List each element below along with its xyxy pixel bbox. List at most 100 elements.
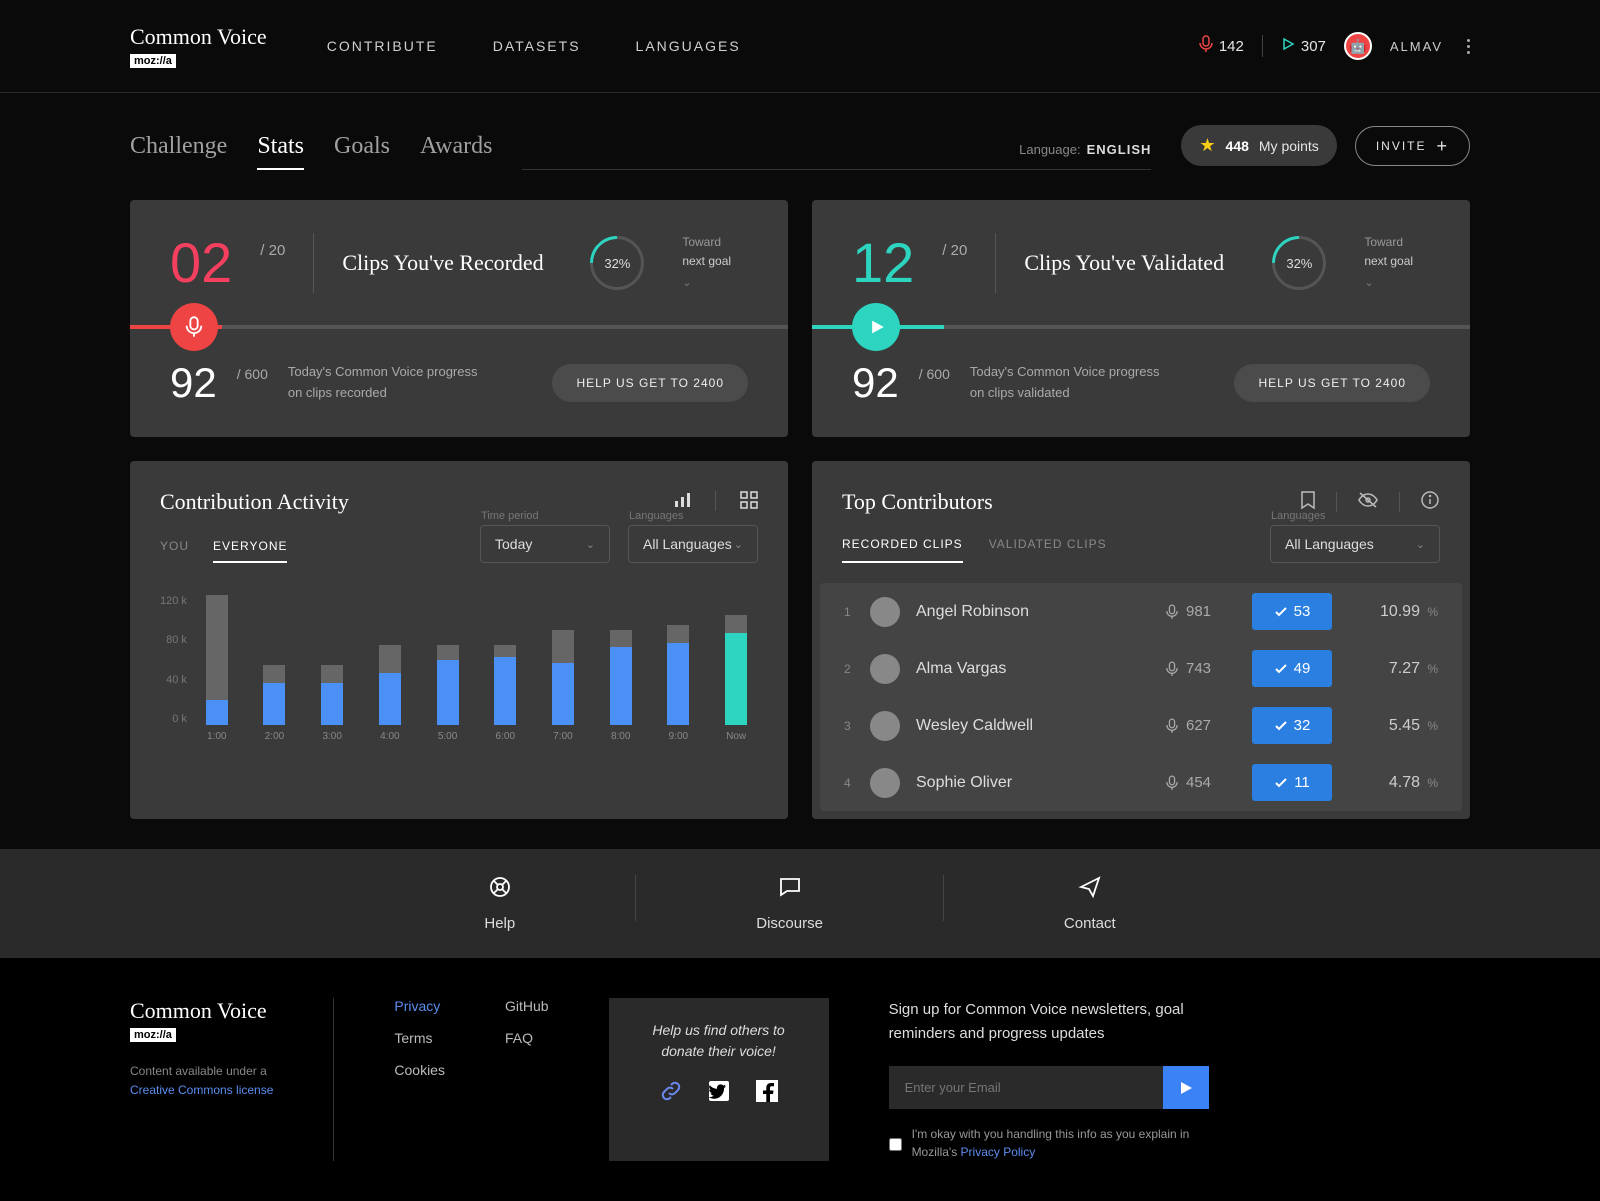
plus-icon: +	[1436, 137, 1449, 155]
github-link[interactable]: GitHub	[505, 998, 549, 1014]
tab-everyone[interactable]: EVERYONE	[213, 539, 287, 563]
help-link[interactable]: Help	[484, 875, 515, 932]
validated-badge: 11	[1252, 764, 1332, 801]
tab-validated-clips[interactable]: VALIDATED CLIPS	[989, 537, 1107, 563]
bar-col: 4:00	[368, 595, 412, 745]
nav-languages[interactable]: LANGUAGES	[636, 38, 741, 54]
validated-cta-button[interactable]: HELP US GET TO 2400	[1234, 364, 1430, 402]
recorded-value: 142	[1219, 38, 1244, 55]
bar-col: 7:00	[541, 595, 585, 745]
separator	[1262, 35, 1263, 57]
language-value[interactable]: ENGLISH	[1087, 142, 1152, 157]
nav-contribute[interactable]: CONTRIBUTE	[327, 38, 438, 54]
privacy-link[interactable]: Privacy	[394, 998, 445, 1014]
send-icon	[1078, 875, 1102, 905]
main-grid: 02 / 20 Clips You've Recorded 32% Toward…	[0, 170, 1600, 819]
chevron-down-icon: ⌄	[1364, 275, 1413, 293]
cc-license-link[interactable]: Creative Commons license	[130, 1083, 273, 1097]
chevron-down-icon: ⌄	[682, 275, 731, 293]
footer-brand: Common Voice	[130, 998, 273, 1024]
terms-link[interactable]: Terms	[394, 1030, 445, 1046]
faq-link[interactable]: FAQ	[505, 1030, 549, 1046]
avatar	[870, 597, 900, 627]
contributor-row[interactable]: 2 Alma Vargas 743 49 7.27 %	[820, 640, 1462, 697]
play-icon	[1281, 37, 1295, 55]
submit-button[interactable]	[1163, 1066, 1209, 1109]
toward-label[interactable]: Toward next goal ⌄	[682, 233, 731, 293]
validated-title: Clips You've Validated	[1024, 250, 1244, 276]
user-avatar[interactable]: 🤖	[1344, 32, 1372, 60]
bar-col: 8:00	[599, 595, 643, 745]
language-display: Language: ENGLISH	[522, 142, 1151, 170]
time-period-select[interactable]: Time period Today ⌄	[480, 525, 610, 563]
consent-checkbox[interactable]	[889, 1128, 902, 1161]
bar-col: 5:00	[426, 595, 470, 745]
header: Common Voice moz://a CONTRIBUTE DATASETS…	[0, 0, 1600, 93]
tab-you[interactable]: YOU	[160, 539, 189, 563]
points-pill[interactable]: ★ 448 My points	[1181, 125, 1336, 166]
facebook-icon[interactable]	[756, 1080, 778, 1108]
contributor-row[interactable]: 4 Sophie Oliver 454 11 4.78 %	[820, 754, 1462, 811]
play-knob-icon[interactable]	[852, 303, 900, 351]
recorded-count[interactable]: 142	[1199, 35, 1244, 57]
progress-ring-icon: 32%	[1261, 224, 1337, 300]
contrib-title: Contribution Activity	[160, 489, 673, 515]
today-num: 92	[170, 359, 217, 407]
contact-link[interactable]: Contact	[1064, 875, 1116, 932]
validated-badge: 49	[1252, 650, 1332, 687]
languages-select[interactable]: Languages All Languages ⌄	[628, 525, 758, 563]
section-tabs: Challenge Stats Goals Awards	[130, 133, 492, 170]
cookies-link[interactable]: Cookies	[394, 1062, 445, 1078]
recorded-num: 02	[170, 230, 232, 295]
validated-progress-bar	[812, 325, 1470, 329]
avatar	[870, 711, 900, 741]
brand-mozilla: moz://a	[130, 54, 176, 68]
privacy-policy-link[interactable]: Privacy Policy	[961, 1145, 1036, 1159]
mic-knob-icon[interactable]	[170, 303, 218, 351]
chat-icon	[778, 875, 802, 905]
contribution-chart: 120 k80 k40 k0 k 1:002:003:004:005:006:0…	[130, 581, 788, 767]
tab-goals[interactable]: Goals	[334, 133, 390, 170]
grid-icon[interactable]	[740, 491, 758, 514]
bar-col: 3:00	[310, 595, 354, 745]
validated-num: 12	[852, 230, 914, 295]
tab-challenge[interactable]: Challenge	[130, 133, 227, 170]
link-icon[interactable]	[660, 1080, 682, 1108]
contributor-row[interactable]: 3 Wesley Caldwell 627 32 5.45 %	[820, 697, 1462, 754]
tab-stats[interactable]: Stats	[257, 133, 304, 170]
tc-languages-select[interactable]: Languages All Languages ⌄	[1270, 525, 1440, 563]
header-right: 142 307 🤖 ALMAV	[1199, 32, 1470, 60]
top-contributors-card: Top Contributors RECORDED CLIPS VALIDATE…	[812, 461, 1470, 819]
tab-recorded-clips[interactable]: RECORDED CLIPS	[842, 537, 963, 563]
recorded-desc: Today's Common Voice progress on clips r…	[288, 362, 478, 404]
discourse-link[interactable]: Discourse	[756, 875, 823, 932]
recorded-cta-button[interactable]: HELP US GET TO 2400	[552, 364, 748, 402]
footer-main: Common Voice moz://a Content available u…	[0, 958, 1600, 1201]
points-count: 448	[1226, 138, 1249, 154]
share-box: Help us find others to donate their voic…	[609, 998, 829, 1161]
validated-count[interactable]: 307	[1281, 37, 1326, 55]
menu-icon[interactable]	[1467, 39, 1470, 54]
sub-nav: Challenge Stats Goals Awards Language: E…	[0, 93, 1600, 170]
bar-col: 2:00	[253, 595, 297, 745]
contribution-activity-card: Contribution Activity YOU EVERYONE Time …	[130, 461, 788, 819]
footer-links-band: Help Discourse Contact	[0, 849, 1600, 958]
bar-col: 9:00	[657, 595, 701, 745]
avatar	[870, 768, 900, 798]
tab-awards[interactable]: Awards	[420, 133, 492, 170]
recorded-goal-card: 02 / 20 Clips You've Recorded 32% Toward…	[130, 200, 788, 437]
invite-button[interactable]: INVITE +	[1355, 126, 1470, 166]
bar-col: 6:00	[483, 595, 527, 745]
nav-datasets[interactable]: DATASETS	[493, 38, 581, 54]
chevron-down-icon: ⌄	[1416, 538, 1425, 551]
contributor-row[interactable]: 1 Angel Robinson 981 53 10.99 %	[820, 583, 1462, 640]
help-icon	[488, 875, 512, 905]
info-icon[interactable]	[1420, 490, 1440, 515]
email-input[interactable]	[889, 1066, 1163, 1109]
eye-off-icon[interactable]	[1357, 491, 1379, 514]
brand[interactable]: Common Voice moz://a	[130, 24, 267, 68]
twitter-icon[interactable]	[708, 1080, 730, 1108]
chevron-down-icon: ⌄	[586, 538, 595, 551]
user-name[interactable]: ALMAV	[1390, 39, 1443, 54]
validated-badge: 53	[1252, 593, 1332, 630]
